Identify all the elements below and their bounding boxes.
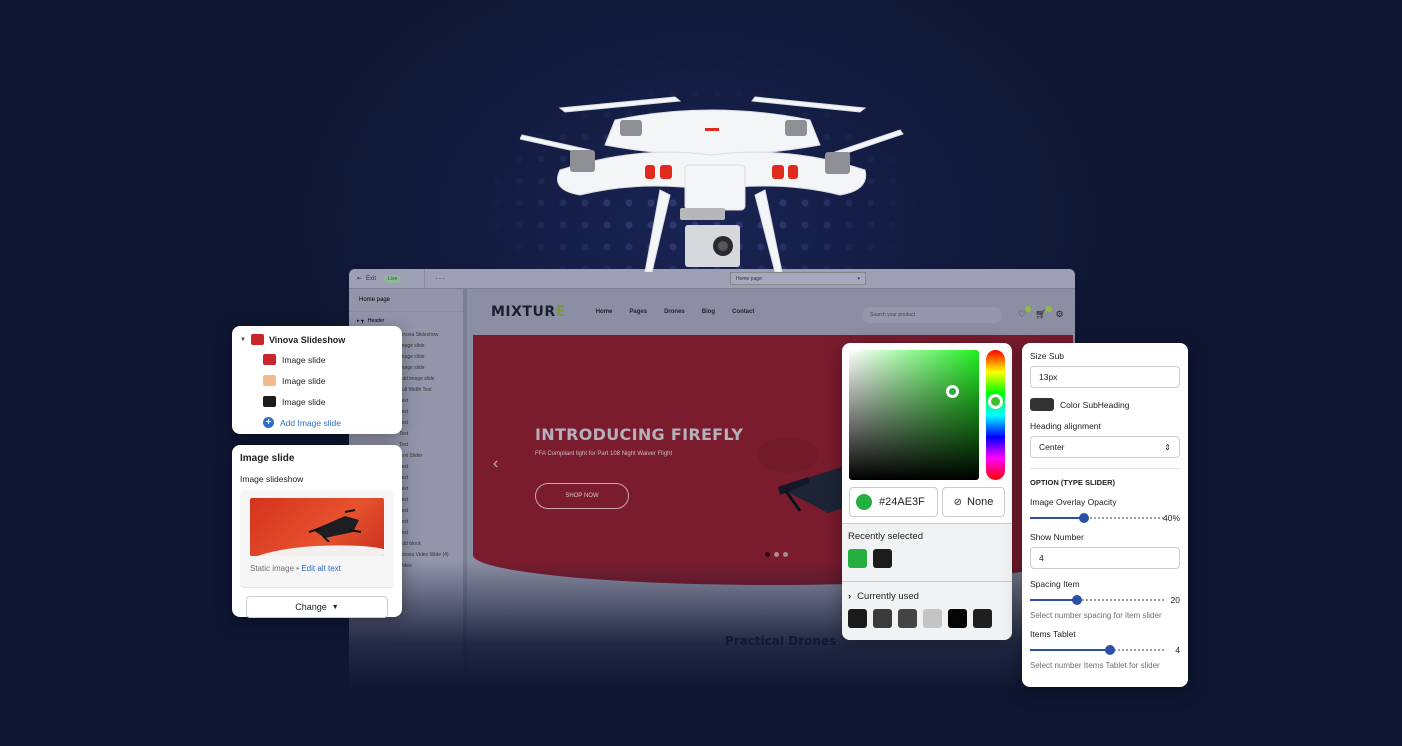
used-color-swatch[interactable] bbox=[923, 609, 942, 628]
menu-item-drones[interactable]: Drones bbox=[664, 309, 685, 315]
slide-thumbnail bbox=[263, 375, 276, 386]
change-image-button[interactable]: Change ▼ bbox=[246, 596, 388, 618]
no-color-button[interactable]: ⊘ None bbox=[942, 487, 1005, 517]
shop-now-button[interactable]: SHOP NOW bbox=[535, 483, 629, 509]
site-search-input[interactable]: Search your product bbox=[862, 307, 1002, 323]
slide-dot[interactable] bbox=[765, 552, 770, 557]
section-title-practical-drones: Practical Drones bbox=[725, 634, 837, 648]
hue-slider-handle[interactable] bbox=[988, 394, 1003, 409]
color-picker-popover: #24AE3F ⊘ None Recently selected › Curren… bbox=[842, 343, 1012, 640]
cart-icon[interactable]: 🛒︎ bbox=[1035, 306, 1052, 320]
live-status-badge: Live bbox=[384, 274, 402, 283]
overlay-opacity-slider[interactable]: 40% bbox=[1030, 512, 1180, 524]
used-color-swatch[interactable] bbox=[948, 609, 967, 628]
used-color-swatch[interactable] bbox=[848, 609, 867, 628]
slide-dot[interactable] bbox=[774, 552, 779, 557]
site-navbar: MIXTURE Home Pages Drones Blog Contact S… bbox=[473, 289, 1075, 335]
recent-color-swatch[interactable] bbox=[873, 549, 892, 568]
recently-selected-section: Recently selected bbox=[842, 523, 1012, 581]
caret-down-icon: ▼ bbox=[331, 603, 339, 611]
exit-icon: ⇤ bbox=[357, 276, 363, 282]
slide-dot[interactable] bbox=[783, 552, 788, 557]
color-picker-handle[interactable] bbox=[946, 385, 959, 398]
slideshow-section-icon bbox=[250, 334, 264, 345]
page-selector[interactable]: Home page ▾ bbox=[730, 272, 866, 285]
menu-item-blog[interactable]: Blog bbox=[702, 309, 715, 315]
panel-title: Image slide bbox=[240, 453, 295, 464]
collapse-triangle-icon[interactable]: ▼ bbox=[240, 337, 246, 343]
menu-item-contact[interactable]: Contact bbox=[732, 309, 754, 315]
used-color-swatch[interactable] bbox=[873, 609, 892, 628]
menu-item-pages[interactable]: Pages bbox=[629, 309, 647, 315]
wishlist-count-badge bbox=[1025, 306, 1032, 312]
sidebar-page-title: Home page bbox=[349, 289, 463, 312]
used-color-swatch[interactable] bbox=[898, 609, 917, 628]
add-circle-icon: + bbox=[263, 417, 274, 428]
recent-color-swatch[interactable] bbox=[848, 549, 867, 568]
hex-color-input[interactable]: #24AE3F bbox=[849, 487, 938, 517]
slide-thumbnail bbox=[263, 354, 276, 365]
site-logo[interactable]: MIXTURE bbox=[491, 304, 566, 320]
wishlist-icon[interactable]: ♡ bbox=[1018, 306, 1032, 320]
image-type-label: Static image bbox=[250, 564, 295, 573]
hue-slider[interactable] bbox=[986, 350, 1005, 480]
edit-alt-text-link[interactable]: Edit alt text bbox=[301, 564, 341, 573]
image-slide-settings-panel: Image slide Image slideshow Static image… bbox=[232, 445, 402, 618]
section-settings-panel: Size Sub 13px Color SubHeading Heading a… bbox=[1022, 343, 1188, 687]
select-updown-icon: ⇕ bbox=[1164, 442, 1171, 452]
slideshow-blocks-panel: ▼ Vinova Slideshow Image slide Image slid… bbox=[232, 326, 402, 434]
hero-subheading: FFA Compliant light for Part 108 Night W… bbox=[535, 451, 673, 457]
chevron-down-icon: ▾ bbox=[857, 275, 860, 282]
image-slide-block[interactable]: Image slide bbox=[240, 370, 394, 391]
image-slide-block[interactable]: Image slide bbox=[240, 349, 394, 370]
slide-thumbnail bbox=[263, 396, 276, 407]
color-subheading-picker[interactable]: Color SubHeading bbox=[1030, 398, 1180, 411]
no-color-slash-icon: ⊘ bbox=[953, 496, 963, 508]
more-actions-button[interactable]: ··· bbox=[435, 274, 446, 283]
used-color-swatch[interactable] bbox=[973, 609, 992, 628]
slider-thumb[interactable] bbox=[1071, 595, 1082, 605]
slideshow-section-item[interactable]: ▼ Vinova Slideshow bbox=[240, 334, 394, 345]
saturation-value-area[interactable] bbox=[849, 350, 979, 480]
slide-prev-arrow[interactable]: ‹ bbox=[493, 455, 498, 473]
chevron-right-icon: › bbox=[848, 591, 852, 602]
currently-used-toggle[interactable]: › Currently used bbox=[848, 591, 1006, 602]
header-section-icon: ▸ ┳ bbox=[357, 318, 364, 324]
color-subheading-swatch[interactable] bbox=[1030, 398, 1054, 411]
exit-button[interactable]: ⇤ Exit Live bbox=[349, 269, 425, 288]
heading-alignment-select[interactable]: Center ⇕ bbox=[1030, 436, 1180, 458]
slide-indicators bbox=[765, 552, 788, 557]
site-menu: Home Pages Drones Blog Contact bbox=[596, 309, 755, 315]
items-tablet-slider[interactable]: 4 bbox=[1030, 644, 1180, 656]
section-heading: OPTION (TYPE SLIDER) bbox=[1030, 478, 1116, 487]
size-sub-input[interactable]: 13px bbox=[1030, 366, 1180, 388]
menu-item-home[interactable]: Home bbox=[596, 309, 613, 315]
spacing-item-slider[interactable]: 20 bbox=[1030, 594, 1180, 606]
add-image-slide-button[interactable]: + Add Image slide bbox=[240, 412, 394, 433]
slide-image-preview[interactable] bbox=[250, 498, 384, 556]
field-label: Image slideshow bbox=[240, 474, 304, 484]
cart-count-badge bbox=[1045, 306, 1052, 312]
currently-used-section: › Currently used bbox=[842, 581, 1012, 640]
divider bbox=[1030, 468, 1180, 469]
image-slide-block[interactable]: Image slide bbox=[240, 391, 394, 412]
settings-gear-icon[interactable]: ⚙ bbox=[1056, 309, 1064, 320]
slider-thumb[interactable] bbox=[1105, 645, 1116, 655]
hero-heading: INTRODUCING FIREFLY bbox=[535, 425, 744, 444]
editor-topbar: ⇤ Exit Live ··· Home page ▾ bbox=[349, 269, 1075, 289]
selected-color-swatch bbox=[856, 494, 872, 510]
drone-thumbnail-icon bbox=[308, 509, 362, 542]
show-number-input[interactable]: 4 bbox=[1030, 547, 1180, 569]
slider-thumb[interactable] bbox=[1078, 513, 1089, 523]
hero-quadcopter-drone-image bbox=[520, 96, 904, 272]
image-picker: Static image • Edit alt text bbox=[240, 490, 394, 588]
site-header-icons: ♡ 🛒︎ ⚙ bbox=[1018, 306, 1064, 320]
